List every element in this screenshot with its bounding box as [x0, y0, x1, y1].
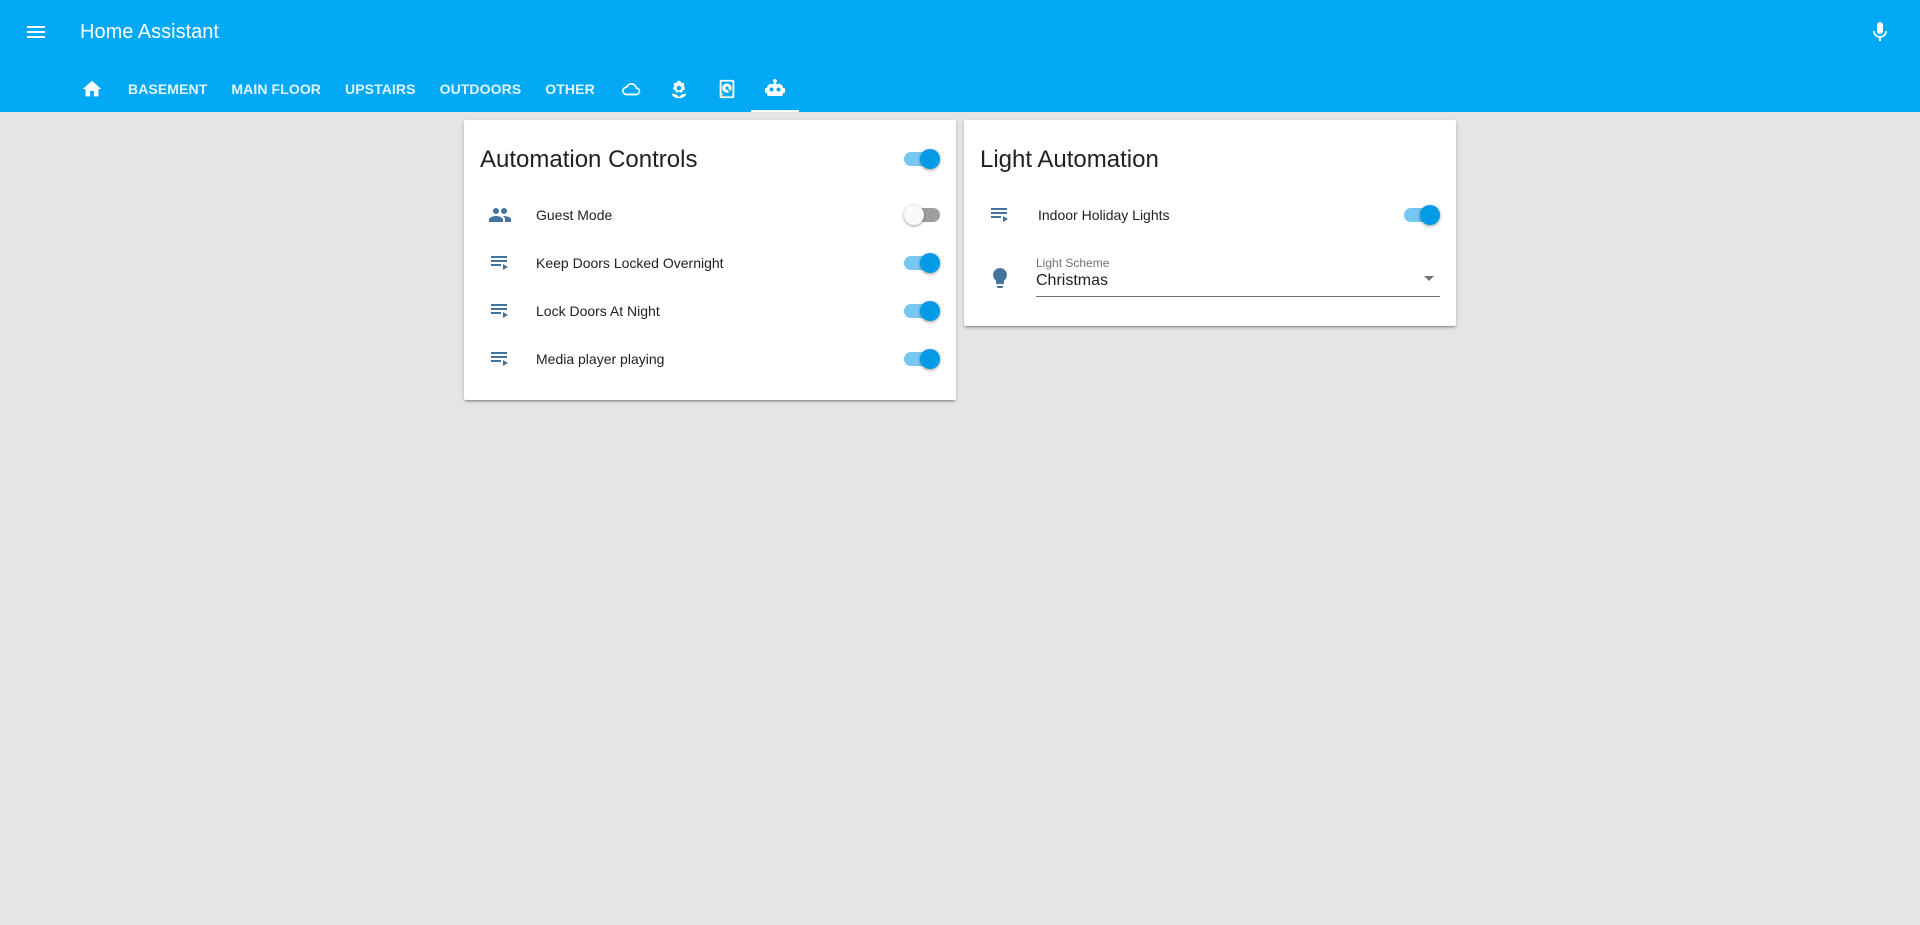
toggle-knob	[1420, 205, 1440, 225]
tab-label: BASEMENT	[128, 81, 208, 97]
toggle-knob	[904, 205, 924, 225]
entity-icon	[480, 195, 520, 235]
toggle-knob	[920, 349, 940, 369]
robot-icon	[764, 79, 785, 96]
entity-icon	[480, 243, 520, 283]
tab-outdoors[interactable]: OUTDOORS	[428, 66, 534, 112]
tab-label: OUTDOORS	[439, 81, 522, 97]
tab-main-floor[interactable]: MAIN FLOOR	[219, 66, 333, 112]
card-title: Light Automation	[980, 146, 1159, 173]
card-title: Automation Controls	[480, 146, 698, 173]
tab-label: MAIN FLOOR	[231, 81, 322, 97]
entity-name: Keep Doors Locked Overnight	[536, 255, 724, 271]
chevron-down-icon	[1424, 276, 1434, 281]
entity-icon	[480, 339, 520, 379]
light-scheme-select[interactable]: Light Scheme Christmas	[1036, 256, 1440, 300]
entity-name: Media player playing	[536, 351, 665, 367]
entity-name: Guest Mode	[536, 207, 613, 223]
indoor-holiday-lights-toggle[interactable]	[1404, 205, 1440, 225]
select-label: Light Scheme	[1036, 256, 1110, 270]
entity-icon	[980, 195, 1020, 235]
cloud-icon	[621, 83, 640, 96]
entity-row-indoor-holiday-lights: Indoor Holiday Lights	[980, 195, 1440, 235]
toggle-knob	[920, 253, 940, 273]
tab-home[interactable]	[68, 66, 116, 112]
playlist-play-icon	[991, 208, 1008, 222]
toggle-knob	[920, 301, 940, 321]
app-title: Home Assistant	[80, 21, 219, 43]
flower-icon	[671, 80, 687, 99]
menu-icon	[27, 26, 45, 38]
keep-doors-locked-toggle[interactable]	[904, 253, 940, 273]
all-automations-toggle[interactable]	[904, 149, 940, 169]
tab-automation[interactable]	[750, 66, 799, 112]
account-multiple-icon	[489, 208, 511, 222]
lightbulb-icon	[993, 268, 1007, 288]
entity-row-keep-doors-locked: Keep Doors Locked Overnight	[480, 243, 940, 283]
automation-controls-card: Automation Controls Guest Mode Keep Door…	[464, 120, 956, 400]
menu-button[interactable]	[16, 14, 56, 50]
entity-name: Lock Doors At Night	[536, 303, 660, 319]
media-player-playing-toggle[interactable]	[904, 349, 940, 369]
toggle-knob	[920, 149, 940, 169]
entity-icon	[480, 291, 520, 331]
card-header-toggle[interactable]	[904, 149, 940, 169]
entity-row-lock-doors-at-night: Lock Doors At Night	[480, 291, 940, 331]
entity-row-guest-mode: Guest Mode	[480, 195, 940, 235]
tab-weather[interactable]	[607, 66, 655, 112]
tab-garden[interactable]	[655, 66, 703, 112]
playlist-play-icon	[491, 256, 508, 270]
entity-icon	[980, 258, 1020, 298]
toolbar: Home Assistant	[0, 0, 1920, 64]
harddisk-icon	[719, 79, 735, 99]
tab-system[interactable]	[703, 66, 751, 112]
microphone-icon	[1873, 22, 1887, 41]
tab-label: UPSTAIRS	[345, 81, 416, 97]
entity-row-media-player-playing: Media player playing	[480, 339, 940, 379]
tab-label: OTHER	[545, 81, 595, 97]
lock-doors-at-night-toggle[interactable]	[904, 301, 940, 321]
playlist-play-icon	[491, 304, 508, 318]
entity-name: Indoor Holiday Lights	[1038, 207, 1170, 223]
select-value: Christmas	[1036, 272, 1109, 289]
light-automation-card: Light Automation Indoor Holiday Lights L…	[964, 120, 1456, 326]
home-icon	[82, 80, 102, 97]
select-underline	[1036, 296, 1440, 297]
view-tabs: BASEMENT MAIN FLOOR UPSTAIRS OUTDOORS OT…	[68, 66, 799, 112]
tab-basement[interactable]: BASEMENT	[116, 66, 219, 112]
microphone-button[interactable]	[1864, 16, 1896, 48]
guest-mode-toggle[interactable]	[904, 205, 940, 225]
playlist-play-icon	[491, 352, 508, 366]
tab-other[interactable]: OTHER	[533, 66, 607, 112]
app-header: Home Assistant BASEMENT MAIN FLOOR UPSTA…	[0, 0, 1920, 112]
tab-upstairs[interactable]: UPSTAIRS	[333, 66, 428, 112]
